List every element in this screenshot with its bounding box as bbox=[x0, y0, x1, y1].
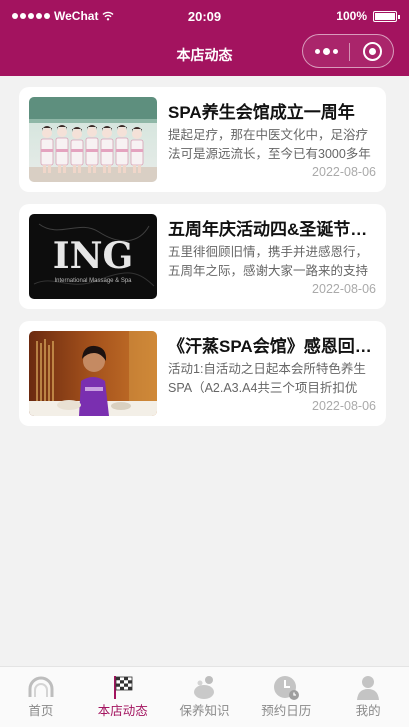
article-list: SPA养生会馆成立一周年 提起足疗，那在中医文化中，足浴疗法可是源远流长，至今已… bbox=[0, 76, 409, 666]
article-title: SPA养生会馆成立一周年 bbox=[168, 103, 355, 122]
close-mini-program-icon[interactable] bbox=[363, 42, 382, 61]
more-options-icon[interactable] bbox=[315, 35, 345, 67]
clock-calendar-icon bbox=[274, 676, 300, 700]
nav-bar: 本店动态 bbox=[0, 30, 409, 76]
article-summary: 活动1:自活动之日起本会所特色养生SPA（A2.A3.A4共三个项目折扣优惠） bbox=[168, 362, 366, 395]
article-summary: 提起足疗，那在中医文化中，足浴疗法可是源远流长，至今已有3000多年的历史 bbox=[168, 128, 371, 161]
user-icon bbox=[357, 676, 380, 700]
tab-label: 我的 bbox=[355, 704, 381, 718]
ing-logo-text: ING bbox=[53, 235, 134, 277]
article-summary: 五里徘徊顾旧情，携手并进感恩行，五周年之际，感谢大家一路来的支持与陪伴 bbox=[168, 245, 369, 278]
battery-info: 100% bbox=[336, 9, 400, 23]
tab-booking-calendar[interactable]: 预约日历 bbox=[245, 667, 327, 727]
tab-label: 预约日历 bbox=[261, 704, 312, 718]
tab-label: 首页 bbox=[28, 704, 54, 718]
article-card[interactable]: SPA养生会馆成立一周年 提起足疗，那在中医文化中，足浴疗法可是源远流长，至今已… bbox=[19, 87, 386, 192]
tab-home[interactable]: 首页 bbox=[0, 667, 82, 727]
battery-icon bbox=[373, 10, 400, 22]
article-date: 2022-08-06 bbox=[312, 399, 376, 413]
article-card[interactable]: ING International Massage & Spa 五周年庆活动四&… bbox=[19, 204, 386, 309]
tab-care-knowledge[interactable]: 保养知识 bbox=[164, 667, 246, 727]
article-date: 2022-08-06 bbox=[312, 282, 376, 296]
article-card[interactable]: 《汗蒸SPA会馆》感恩回馈活动 活动1:自活动之日起本会所特色养生SPA（A2.… bbox=[19, 321, 386, 426]
spa-bowl-icon bbox=[194, 676, 215, 699]
status-bar: WeChat 20:09 100% bbox=[0, 0, 409, 30]
bottom-tab-bar: 首页 本店动态 保养知识 预约日历 我的 bbox=[0, 666, 409, 727]
capsule-divider bbox=[349, 43, 350, 61]
tab-label: 本店动态 bbox=[97, 704, 148, 718]
tab-store-news[interactable]: 本店动态 bbox=[82, 667, 164, 727]
article-date: 2022-08-06 bbox=[312, 165, 376, 179]
ing-logo-subtitle: International Massage & Spa bbox=[54, 278, 132, 284]
home-arch-icon bbox=[28, 676, 54, 697]
tab-profile[interactable]: 我的 bbox=[327, 667, 409, 727]
article-title: 五周年庆活动四&圣诞节活动 bbox=[168, 220, 376, 239]
tab-label: 保养知识 bbox=[179, 704, 230, 718]
checkered-flag-icon bbox=[113, 676, 133, 699]
battery-percent: 100% bbox=[336, 9, 367, 23]
article-thumbnail-staff-group bbox=[29, 97, 157, 182]
mini-program-capsule bbox=[302, 34, 394, 68]
article-title: 《汗蒸SPA会馆》感恩回馈活动 bbox=[168, 337, 376, 356]
article-thumbnail-ing-logo: ING International Massage & Spa bbox=[29, 214, 157, 299]
article-thumbnail-therapist bbox=[29, 331, 157, 416]
